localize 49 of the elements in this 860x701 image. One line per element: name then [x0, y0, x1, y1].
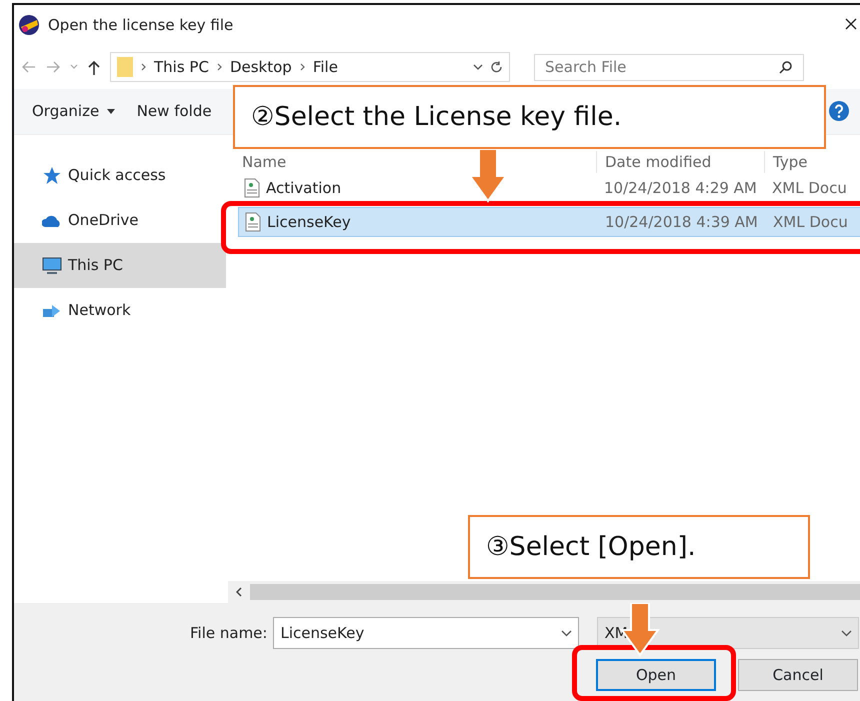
file-date: 10/24/2018 4:39 AM: [604, 212, 759, 233]
file-row[interactable]: Activation 10/24/2018 4:29 AM XML Docu: [238, 175, 860, 201]
window-title: Open the license key file: [48, 14, 234, 36]
instruction-tooltip: ②Select the License key file.: [233, 85, 826, 149]
sidebar-item[interactable]: This PC: [14, 243, 226, 288]
chevron-right-icon[interactable]: [141, 63, 146, 71]
dialog-button[interactable]: Cancel: [738, 659, 858, 691]
column-header[interactable]: Date modified: [596, 150, 764, 173]
sidebar-item[interactable]: Network: [14, 288, 226, 333]
address-bar[interactable]: This PC Desktop File: [110, 52, 510, 82]
toolbar-button[interactable]: New folde: [136, 100, 212, 123]
xml-file-icon: [244, 178, 260, 198]
scrollbar-thumb[interactable]: [250, 584, 860, 600]
sidebar-item[interactable]: Quick access: [14, 153, 226, 198]
help-icon[interactable]: [828, 100, 850, 122]
file-type: XML Docu: [772, 212, 849, 233]
breadcrumb-item[interactable]: Desktop: [230, 56, 292, 78]
app-icon: [18, 14, 40, 36]
folder-icon: [117, 57, 133, 77]
file-name-label: File name:: [190, 622, 268, 644]
file-name: LicenseKey: [267, 212, 351, 233]
column-header[interactable]: Type: [764, 150, 860, 173]
dropdown-icon: [841, 630, 852, 636]
dropdown-icon[interactable]: [561, 630, 572, 636]
search-icon: [779, 60, 793, 74]
dropdown-icon[interactable]: [473, 64, 483, 70]
search-field[interactable]: Search File: [534, 54, 804, 80]
file-row[interactable]: LicenseKey 10/24/2018 4:39 AM XML Docu: [238, 207, 860, 237]
file-date: 10/24/2018 4:29 AM: [603, 178, 758, 199]
caret-icon: [106, 109, 115, 114]
chevron-right-icon[interactable]: [300, 63, 305, 71]
up-arrow-icon[interactable]: [88, 60, 100, 74]
toolbar-button[interactable]: Organize: [32, 100, 115, 123]
xml-file-icon: [245, 212, 261, 232]
file-type: XML Docu: [771, 178, 848, 199]
dialog-button[interactable]: Open: [596, 659, 716, 691]
breadcrumb-item[interactable]: File: [312, 56, 338, 78]
sidebar-item[interactable]: OneDrive: [14, 198, 226, 243]
breadcrumb-item[interactable]: This PC: [154, 56, 209, 78]
file-name-field[interactable]: LicenseKey: [273, 617, 580, 649]
close-icon[interactable]: [845, 18, 857, 30]
refresh-icon[interactable]: [491, 60, 503, 74]
instruction-tooltip: ③Select [Open].: [468, 515, 810, 579]
column-header[interactable]: Name: [226, 150, 596, 173]
file-name: Activation: [266, 178, 342, 199]
scroll-left-icon[interactable]: [236, 587, 242, 597]
monitor-icon: [42, 256, 62, 276]
star-icon: [42, 166, 62, 186]
chevron-right-icon[interactable]: [216, 63, 222, 71]
